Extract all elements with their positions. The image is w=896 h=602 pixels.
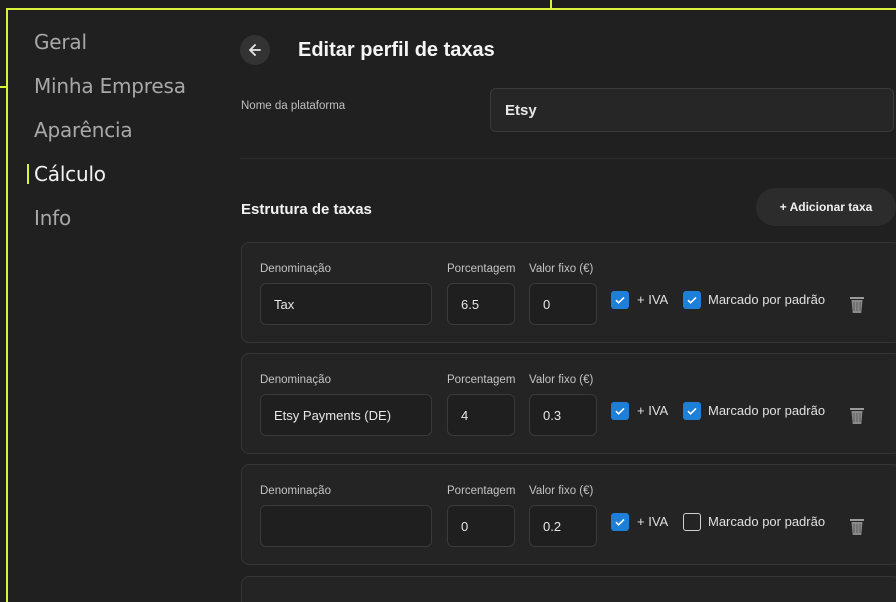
sidebar-item-aparencia[interactable]: Aparência: [34, 118, 133, 142]
vat-checkbox[interactable]: [611, 513, 629, 531]
default-label: Marcado por padrão: [708, 403, 826, 418]
add-fee-button[interactable]: + Adicionar taxa: [756, 188, 896, 226]
fee-row: Denominação Porcentagem Valor fixo (€) T…: [241, 242, 896, 343]
arrow-left-icon: [249, 44, 261, 56]
fee-row: Denominação Porcentagem Valor fixo (€) 0…: [241, 464, 896, 565]
fee-structure-title: Estrutura de taxas: [241, 201, 372, 218]
section-divider: [240, 158, 896, 159]
vat-label: + IVA: [637, 292, 669, 307]
fee-name-input[interactable]: Tax: [260, 283, 432, 325]
name-column-label: Denominação: [260, 485, 331, 497]
fee-percent-input[interactable]: 6.5: [447, 283, 515, 325]
back-button[interactable]: [240, 35, 270, 65]
percent-column-label: Porcentagem: [447, 485, 516, 497]
page-title: Editar perfil de taxas: [298, 39, 495, 61]
trash-icon[interactable]: [848, 294, 866, 314]
sidebar-item-geral[interactable]: Geral: [34, 30, 87, 54]
name-column-label: Denominação: [260, 374, 331, 386]
fee-fixed-input[interactable]: 0.2: [529, 505, 597, 547]
vat-label: + IVA: [637, 403, 669, 418]
default-label: Marcado por padrão: [708, 292, 826, 307]
sidebar: Geral Minha Empresa Aparência Cálculo In…: [8, 10, 228, 602]
check-icon: [687, 407, 697, 415]
check-icon: [687, 296, 697, 304]
default-checkbox[interactable]: [683, 402, 701, 420]
fee-fixed-input[interactable]: 0: [529, 283, 597, 325]
default-label: Marcado por padrão: [708, 514, 826, 529]
fee-name-input[interactable]: Etsy Payments (DE): [260, 394, 432, 436]
vat-label: + IVA: [637, 514, 669, 529]
fixed-value-column-label: Valor fixo (€): [529, 485, 594, 497]
fee-fixed-input[interactable]: 0.3: [529, 394, 597, 436]
platform-name-label: Nome da plataforma: [241, 100, 346, 112]
settings-window: Geral Minha Empresa Aparência Cálculo In…: [6, 8, 896, 602]
fee-percent-input[interactable]: 4: [447, 394, 515, 436]
vat-checkbox[interactable]: [611, 291, 629, 309]
check-icon: [615, 407, 625, 415]
percent-column-label: Porcentagem: [447, 263, 516, 275]
trash-icon[interactable]: [848, 405, 866, 425]
platform-name-input[interactable]: Etsy: [490, 88, 894, 132]
default-checkbox[interactable]: [683, 513, 701, 531]
sidebar-item-calculo[interactable]: Cálculo: [34, 162, 106, 186]
fee-row: Denominação Porcentagem Valor fixo (€) E…: [241, 353, 896, 454]
default-checkbox[interactable]: [683, 291, 701, 309]
fixed-value-column-label: Valor fixo (€): [529, 374, 594, 386]
check-icon: [615, 296, 625, 304]
fee-percent-input[interactable]: 0: [447, 505, 515, 547]
check-icon: [615, 518, 625, 526]
fee-name-input[interactable]: [260, 505, 432, 547]
active-item-marker: [27, 164, 29, 184]
sidebar-item-info[interactable]: Info: [34, 206, 71, 230]
vat-checkbox[interactable]: [611, 402, 629, 420]
fee-row: [241, 576, 896, 602]
name-column-label: Denominação: [260, 263, 331, 275]
fixed-value-column-label: Valor fixo (€): [529, 263, 594, 275]
sidebar-item-minha-empresa[interactable]: Minha Empresa: [34, 74, 186, 98]
trash-icon[interactable]: [848, 516, 866, 536]
percent-column-label: Porcentagem: [447, 374, 516, 386]
